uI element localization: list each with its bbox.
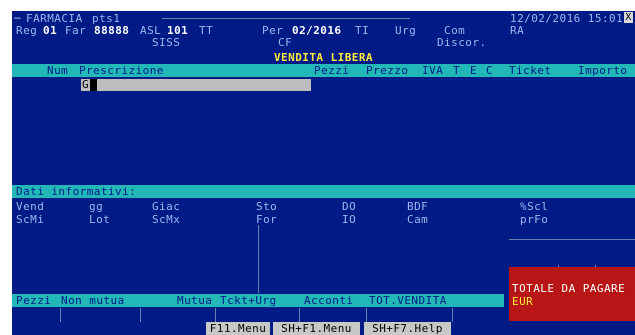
cf-label: CF	[278, 36, 293, 49]
dati-title: Dati informativi:	[16, 185, 137, 198]
text-cursor	[90, 79, 97, 91]
dati-do: DO	[342, 200, 357, 213]
col-e: E	[470, 64, 478, 77]
per-suffix: TI	[355, 24, 370, 37]
terminal-window: ─ FARMACIA pts1 12/02/2016 15:01 X Reg 0…	[12, 11, 635, 335]
dati-giac: Giac	[152, 200, 181, 213]
dati-sto: Sto	[256, 200, 278, 213]
discor-label: Discor.	[437, 36, 487, 49]
far-label: Far	[65, 24, 87, 37]
col-num: Num	[47, 64, 69, 77]
dati-lot: Lot	[89, 213, 111, 226]
tot-pezzi: Pezzi	[16, 294, 52, 307]
prescrizione-input[interactable]: G	[81, 78, 311, 91]
datetime: 12/02/2016 15:01	[510, 12, 624, 25]
dati-io: IO	[342, 213, 357, 226]
close-icon[interactable]: X	[624, 12, 633, 23]
reg-value: 01	[43, 24, 58, 37]
col-t: T	[453, 64, 461, 77]
dati-scl: %Scl	[520, 200, 549, 213]
tot-non-mutua: Non mutua	[61, 294, 125, 307]
totale-box: TOTALE DA PAGARE EUR	[509, 267, 635, 321]
input-value: G	[82, 78, 90, 91]
totale-currency: EUR	[512, 295, 534, 308]
per-value: 02/2016	[292, 24, 342, 37]
far-value: 88888	[94, 24, 130, 37]
ra-label: RA	[510, 24, 525, 37]
shift-f1-menu-key[interactable]: SH+F1.Menu	[273, 322, 360, 335]
col-iva: IVA	[422, 64, 444, 77]
dati-prfo: prFo	[520, 213, 549, 226]
dati-vend: Vend	[16, 200, 45, 213]
dati-scmx: ScMx	[152, 213, 181, 226]
columns-header-bar: Num Prescrizione Pezzi Prezzo IVA T E C …	[12, 64, 635, 77]
f11-menu-key[interactable]: F11.Menu	[206, 322, 270, 335]
col-c: C	[486, 64, 494, 77]
tot-sep-1	[60, 308, 61, 322]
col-pezzi: Pezzi	[314, 64, 350, 77]
dati-scmi: ScMi	[16, 213, 45, 226]
tot-acconti: Acconti	[304, 294, 354, 307]
tot-sep-5	[366, 308, 367, 322]
title-rule	[162, 18, 410, 19]
col-ticket: Ticket	[509, 64, 552, 77]
dati-gg: gg	[89, 200, 104, 213]
totals-header-bar: Pezzi Non mutua Mutua Tckt+Urg Acconti T…	[12, 294, 504, 307]
col-prezzo: Prezzo	[366, 64, 409, 77]
tot-sep-2	[140, 308, 141, 322]
tot-sep-4	[299, 308, 300, 322]
dati-bdf: BDF	[407, 200, 429, 213]
tot-sep-6	[452, 308, 453, 322]
tot-mutua: Mutua	[177, 294, 213, 307]
dati-cam: Cam	[407, 213, 429, 226]
shift-f7-help-key[interactable]: SH+F7.Help	[364, 322, 451, 335]
totale-label: TOTALE DA PAGARE	[512, 282, 626, 295]
siss-label: SISS	[152, 36, 181, 49]
tot-tckt-urg: Tckt+Urg	[220, 294, 277, 307]
tot-sep-3	[215, 308, 216, 322]
dati-informativi-bar: Dati informativi:	[12, 185, 635, 198]
dati-for: For	[256, 213, 278, 226]
reg-label: Reg	[16, 24, 38, 37]
info-grid-rule	[509, 239, 635, 240]
info-divider-1	[258, 225, 259, 293]
tot-vendita: TOT.VENDITA	[369, 294, 447, 307]
col-importo: Importo	[578, 64, 628, 77]
asl-suffix: TT	[199, 24, 214, 37]
col-prescrizione: Prescrizione	[79, 64, 164, 77]
urg-label: Urg	[395, 24, 417, 37]
section-title: VENDITA LIBERA	[273, 51, 374, 64]
